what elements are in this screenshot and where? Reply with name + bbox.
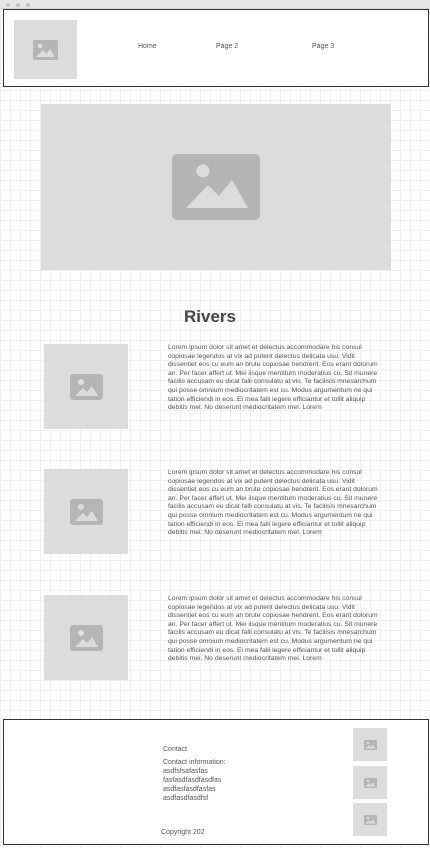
page-title: Rivers bbox=[184, 307, 236, 326]
social-link-1[interactable] bbox=[353, 728, 387, 761]
hero-image bbox=[41, 104, 391, 270]
contact-info-label: Contact information: bbox=[163, 759, 226, 766]
image-placeholder-icon bbox=[363, 777, 377, 788]
copyright: Copyright 202 bbox=[161, 829, 205, 836]
contact-line: asdfasdfasdfsf bbox=[163, 795, 209, 802]
nav-home-link[interactable]: Home bbox=[138, 43, 157, 50]
nav-page-2-link[interactable]: Page 2 bbox=[216, 43, 238, 50]
window-titlebar bbox=[0, 0, 430, 9]
site-footer: Contact Contact information: asdfsfsafas… bbox=[3, 719, 429, 845]
image-placeholder-icon bbox=[69, 498, 103, 525]
section-paragraph: Lorem ipsum dolor sit amet et delectus a… bbox=[168, 344, 378, 412]
image-placeholder-icon bbox=[69, 373, 103, 400]
window-dot-icon bbox=[16, 3, 20, 7]
section-paragraph: Lorem ipsum dolor sit amet et delectus a… bbox=[168, 595, 378, 663]
image-placeholder-icon bbox=[363, 814, 377, 825]
contact-heading: Contact bbox=[163, 746, 188, 753]
window-dot-icon bbox=[26, 3, 30, 7]
section-image bbox=[44, 595, 128, 680]
site-header: Home Page 2 Page 3 bbox=[3, 9, 429, 87]
social-link-3[interactable] bbox=[353, 803, 387, 836]
nav-page-3-link[interactable]: Page 3 bbox=[312, 43, 334, 50]
section-image bbox=[44, 469, 128, 554]
social-link-2[interactable] bbox=[353, 766, 387, 799]
contact-line: asdfasfasdfasfas bbox=[163, 786, 216, 793]
section-image bbox=[44, 344, 128, 429]
image-placeholder-icon bbox=[33, 39, 58, 60]
image-placeholder-icon bbox=[69, 624, 103, 651]
image-placeholder-icon bbox=[172, 154, 260, 220]
window-dot-icon bbox=[6, 3, 10, 7]
logo[interactable] bbox=[14, 20, 77, 79]
section-paragraph: Lorem ipsum dolor sit amet et delectus a… bbox=[168, 469, 378, 537]
contact-line: fasfasdfasdfasdfas bbox=[163, 777, 222, 784]
contact-line: asdfsfsafasfas bbox=[163, 768, 208, 775]
image-placeholder-icon bbox=[363, 739, 377, 750]
